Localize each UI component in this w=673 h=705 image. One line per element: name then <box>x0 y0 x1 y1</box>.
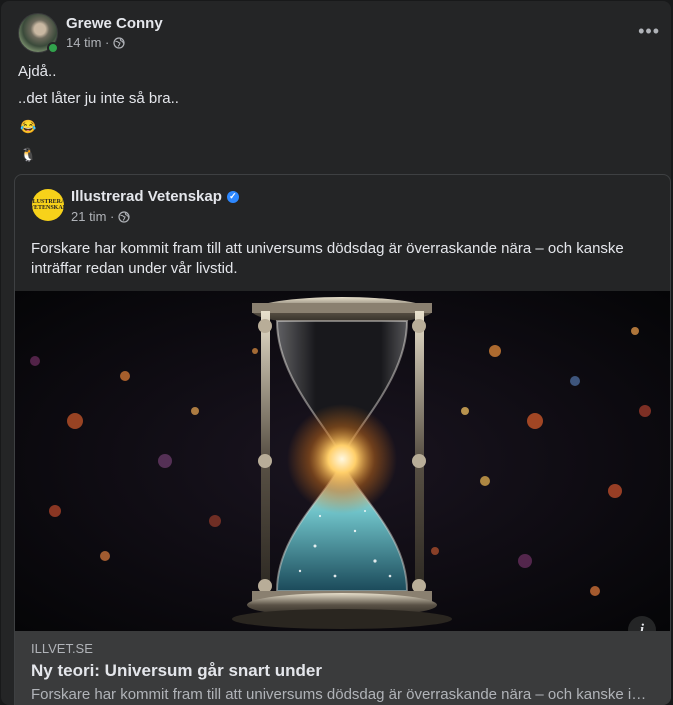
laughing-emoji: 😂 <box>20 119 37 134</box>
link-domain: ILLVET.SE <box>31 641 93 656</box>
author-name[interactable]: Grewe Conny <box>66 15 163 32</box>
page-name-text[interactable]: Illustrerad Vetenskap <box>71 188 222 205</box>
shared-text: Forskare har kommit fram till att univer… <box>31 240 624 277</box>
post-time[interactable]: 14 tim · <box>66 35 109 50</box>
penguin-emoji: 🐧 <box>20 147 37 162</box>
page-logo[interactable]: ILLUSTRERAD VETENSKAP <box>32 189 64 221</box>
link-preview[interactable]: ILLVET.SE Ny teori: Universum går snart … <box>15 631 670 705</box>
post-text-line-1: Ajdå.. <box>18 63 57 80</box>
online-status-dot <box>47 42 59 54</box>
shared-meta: 21 tim · <box>71 209 130 224</box>
post-card: Grewe Conny 14 tim · ••• Ajdå.. ..det lå… <box>1 1 671 705</box>
post-meta: 14 tim · <box>66 35 125 50</box>
verified-badge-icon: ✓ <box>226 190 239 203</box>
hourglass-image[interactable] <box>15 291 670 631</box>
page-name[interactable]: Illustrerad Vetenskap ✓ <box>71 188 239 205</box>
hourglass-illustration <box>15 291 670 631</box>
post-header: Grewe Conny 14 tim · ••• <box>18 13 660 55</box>
globe-icon <box>113 36 125 49</box>
link-description: Forskare har kommit fram till att univer… <box>31 686 651 703</box>
shared-time[interactable]: 21 tim · <box>71 209 114 224</box>
globe-icon <box>118 210 130 223</box>
link-title[interactable]: Ny teori: Universum går snart under <box>31 661 322 681</box>
more-options-icon[interactable]: ••• <box>638 21 660 42</box>
shared-post[interactable]: ILLUSTRERAD VETENSKAP Illustrerad Vetens… <box>14 174 671 705</box>
post-text-line-2: ..det låter ju inte så bra.. <box>18 90 179 107</box>
